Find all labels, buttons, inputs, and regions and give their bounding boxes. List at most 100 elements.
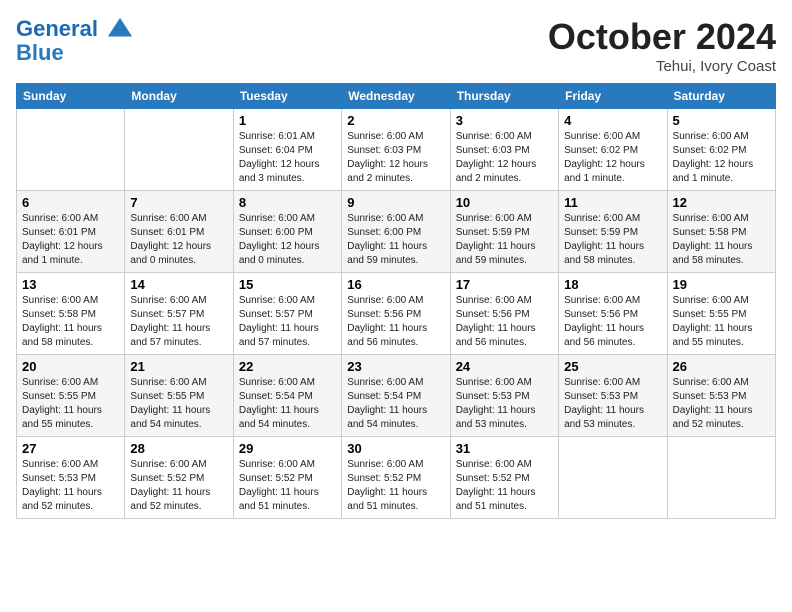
day-number: 21 xyxy=(130,359,227,374)
calendar-cell: 13 Sunrise: 6:00 AM Sunset: 5:58 PM Dayli… xyxy=(17,273,125,355)
calendar-cell: 27 Sunrise: 6:00 AM Sunset: 5:53 PM Dayli… xyxy=(17,437,125,519)
day-info: Sunrise: 6:00 AM Sunset: 5:52 PM Dayligh… xyxy=(347,458,444,514)
calendar-table: SundayMondayTuesdayWednesdayThursdayFrid… xyxy=(16,83,776,519)
calendar-cell: 18Sunrise: 6:00 AM Sunset: 5:56 PM Dayli… xyxy=(559,273,667,355)
day-number: 3 xyxy=(456,113,553,128)
calendar-cell: 24 Sunrise: 6:00 AM Sunset: 5:53 PM Dayli… xyxy=(450,355,558,437)
day-number: 27 xyxy=(22,441,119,456)
calendar-cell: 5 Sunrise: 6:00 AM Sunset: 6:02 PM Daylig… xyxy=(667,109,775,191)
day-number: 28 xyxy=(130,441,227,456)
day-number: 10 xyxy=(456,195,553,210)
day-number: 26 xyxy=(673,359,770,374)
day-info: Sunrise: 6:00 AM Sunset: 6:03 PM Dayligh… xyxy=(347,130,444,186)
calendar-cell: 10 Sunrise: 6:00 AM Sunset: 5:59 PM Dayli… xyxy=(450,191,558,273)
weekday-header: Wednesday xyxy=(342,84,450,109)
day-number: 20 xyxy=(22,359,119,374)
day-info: Sunrise: 6:00 AM Sunset: 6:02 PM Dayligh… xyxy=(673,130,770,186)
day-number: 1 xyxy=(239,113,336,128)
day-number: 5 xyxy=(673,113,770,128)
day-number: 12 xyxy=(673,195,770,210)
calendar-week-row: 13 Sunrise: 6:00 AM Sunset: 5:58 PM Dayli… xyxy=(17,273,776,355)
day-info: Sunrise: 6:00 AM Sunset: 5:55 PM Dayligh… xyxy=(673,294,770,350)
calendar-cell: 22 Sunrise: 6:00 AM Sunset: 5:54 PM Dayli… xyxy=(233,355,341,437)
day-number: 30 xyxy=(347,441,444,456)
calendar-cell: 6 Sunrise: 6:00 AM Sunset: 6:01 PM Daylig… xyxy=(17,191,125,273)
day-info: Sunrise: 6:00 AM Sunset: 5:53 PM Dayligh… xyxy=(564,376,661,432)
day-info: Sunrise: 6:00 AM Sunset: 6:02 PM Dayligh… xyxy=(564,130,661,186)
location-title: Tehui, Ivory Coast xyxy=(548,58,776,75)
weekday-header: Tuesday xyxy=(233,84,341,109)
calendar-cell: 9 Sunrise: 6:00 AM Sunset: 6:00 PM Daylig… xyxy=(342,191,450,273)
calendar-cell xyxy=(667,437,775,519)
calendar-cell: 15Sunrise: 6:00 AM Sunset: 5:57 PM Dayli… xyxy=(233,273,341,355)
calendar-cell: 31 Sunrise: 6:00 AM Sunset: 5:52 PM Dayli… xyxy=(450,437,558,519)
calendar-cell: 3Sunrise: 6:00 AM Sunset: 6:03 PM Daylig… xyxy=(450,109,558,191)
logo: General Blue xyxy=(16,16,134,66)
calendar-body: 1 Sunrise: 6:01 AM Sunset: 6:04 PM Daylig… xyxy=(17,109,776,519)
day-number: 8 xyxy=(239,195,336,210)
calendar-cell: 1 Sunrise: 6:01 AM Sunset: 6:04 PM Daylig… xyxy=(233,109,341,191)
day-number: 31 xyxy=(456,441,553,456)
calendar-cell xyxy=(559,437,667,519)
calendar-cell: 11 Sunrise: 6:00 AM Sunset: 5:59 PM Dayli… xyxy=(559,191,667,273)
calendar-week-row: 27 Sunrise: 6:00 AM Sunset: 5:53 PM Dayli… xyxy=(17,437,776,519)
calendar-cell: 12 Sunrise: 6:00 AM Sunset: 5:58 PM Dayli… xyxy=(667,191,775,273)
day-info: Sunrise: 6:00 AM Sunset: 5:53 PM Dayligh… xyxy=(22,458,119,514)
day-number: 11 xyxy=(564,195,661,210)
day-info: Sunrise: 6:00 AM Sunset: 5:57 PM Dayligh… xyxy=(130,294,227,350)
day-info: Sunrise: 6:01 AM Sunset: 6:04 PM Dayligh… xyxy=(239,130,336,186)
calendar-cell: 29 Sunrise: 6:00 AM Sunset: 5:52 PM Dayli… xyxy=(233,437,341,519)
day-info: Sunrise: 6:00 AM Sunset: 5:54 PM Dayligh… xyxy=(347,376,444,432)
day-info: Sunrise: 6:00 AM Sunset: 5:56 PM Dayligh… xyxy=(347,294,444,350)
day-info: Sunrise: 6:00 AM Sunset: 6:00 PM Dayligh… xyxy=(347,212,444,268)
day-number: 16 xyxy=(347,277,444,292)
day-info: Sunrise: 6:00 AM Sunset: 5:58 PM Dayligh… xyxy=(22,294,119,350)
calendar-cell: 4 Sunrise: 6:00 AM Sunset: 6:02 PM Daylig… xyxy=(559,109,667,191)
calendar-cell: 23Sunrise: 6:00 AM Sunset: 5:54 PM Dayli… xyxy=(342,355,450,437)
day-number: 14 xyxy=(130,277,227,292)
calendar-cell: 28Sunrise: 6:00 AM Sunset: 5:52 PM Dayli… xyxy=(125,437,233,519)
page-header: General Blue October 2024 Tehui, Ivory C… xyxy=(16,16,776,75)
calendar-cell: 21 Sunrise: 6:00 AM Sunset: 5:55 PM Dayli… xyxy=(125,355,233,437)
calendar-cell xyxy=(125,109,233,191)
logo-icon xyxy=(106,16,134,44)
day-number: 15 xyxy=(239,277,336,292)
day-number: 19 xyxy=(673,277,770,292)
day-info: Sunrise: 6:00 AM Sunset: 6:01 PM Dayligh… xyxy=(22,212,119,268)
day-info: Sunrise: 6:00 AM Sunset: 5:55 PM Dayligh… xyxy=(130,376,227,432)
day-info: Sunrise: 6:00 AM Sunset: 5:52 PM Dayligh… xyxy=(456,458,553,514)
day-info: Sunrise: 6:00 AM Sunset: 5:56 PM Dayligh… xyxy=(564,294,661,350)
calendar-cell: 30 Sunrise: 6:00 AM Sunset: 5:52 PM Dayli… xyxy=(342,437,450,519)
day-info: Sunrise: 6:00 AM Sunset: 5:59 PM Dayligh… xyxy=(456,212,553,268)
day-number: 22 xyxy=(239,359,336,374)
day-number: 13 xyxy=(22,277,119,292)
day-number: 24 xyxy=(456,359,553,374)
day-info: Sunrise: 6:00 AM Sunset: 5:54 PM Dayligh… xyxy=(239,376,336,432)
calendar-cell: 17 Sunrise: 6:00 AM Sunset: 5:56 PM Dayli… xyxy=(450,273,558,355)
calendar-cell: 19 Sunrise: 6:00 AM Sunset: 5:55 PM Dayli… xyxy=(667,273,775,355)
day-number: 9 xyxy=(347,195,444,210)
calendar-cell: 16 Sunrise: 6:00 AM Sunset: 5:56 PM Dayli… xyxy=(342,273,450,355)
day-info: Sunrise: 6:00 AM Sunset: 5:53 PM Dayligh… xyxy=(456,376,553,432)
day-number: 4 xyxy=(564,113,661,128)
day-info: Sunrise: 6:00 AM Sunset: 5:58 PM Dayligh… xyxy=(673,212,770,268)
calendar-cell: 8 Sunrise: 6:00 AM Sunset: 6:00 PM Daylig… xyxy=(233,191,341,273)
day-info: Sunrise: 6:00 AM Sunset: 6:00 PM Dayligh… xyxy=(239,212,336,268)
month-title: October 2024 xyxy=(548,16,776,58)
day-number: 17 xyxy=(456,277,553,292)
day-number: 7 xyxy=(130,195,227,210)
day-number: 6 xyxy=(22,195,119,210)
day-number: 29 xyxy=(239,441,336,456)
calendar-cell: 2Sunrise: 6:00 AM Sunset: 6:03 PM Daylig… xyxy=(342,109,450,191)
weekday-header: Thursday xyxy=(450,84,558,109)
calendar-cell: 20Sunrise: 6:00 AM Sunset: 5:55 PM Dayli… xyxy=(17,355,125,437)
calendar-cell: 25Sunrise: 6:00 AM Sunset: 5:53 PM Dayli… xyxy=(559,355,667,437)
day-info: Sunrise: 6:00 AM Sunset: 5:59 PM Dayligh… xyxy=(564,212,661,268)
calendar-cell: 14 Sunrise: 6:00 AM Sunset: 5:57 PM Dayli… xyxy=(125,273,233,355)
day-info: Sunrise: 6:00 AM Sunset: 5:56 PM Dayligh… xyxy=(456,294,553,350)
calendar-cell xyxy=(17,109,125,191)
calendar-header-row: SundayMondayTuesdayWednesdayThursdayFrid… xyxy=(17,84,776,109)
calendar-week-row: 6 Sunrise: 6:00 AM Sunset: 6:01 PM Daylig… xyxy=(17,191,776,273)
day-info: Sunrise: 6:00 AM Sunset: 5:52 PM Dayligh… xyxy=(239,458,336,514)
day-info: Sunrise: 6:00 AM Sunset: 5:53 PM Dayligh… xyxy=(673,376,770,432)
